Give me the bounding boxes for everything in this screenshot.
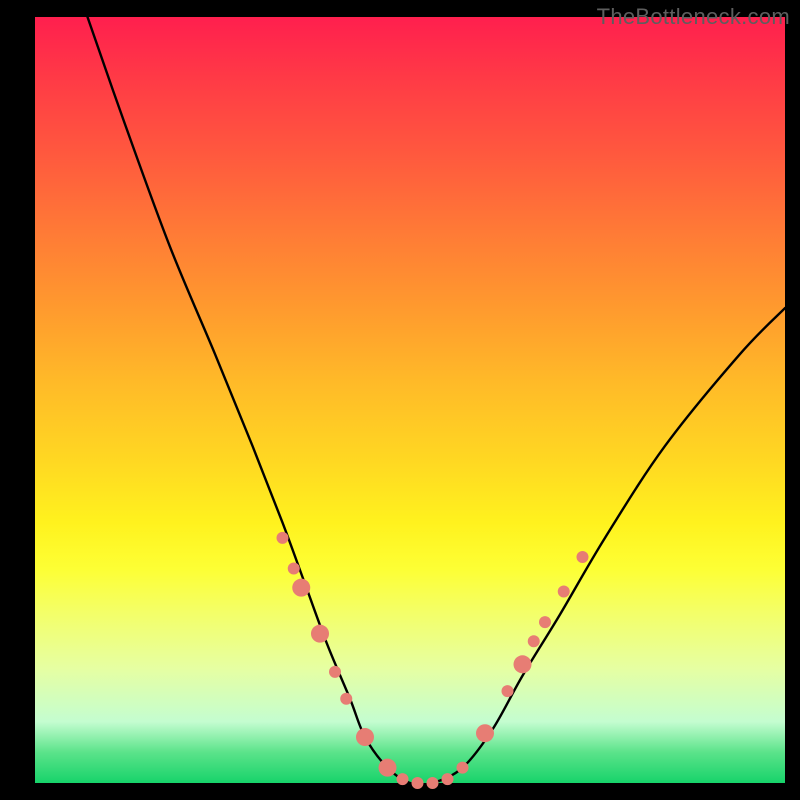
marker-point [277, 532, 289, 544]
marker-point [476, 724, 494, 742]
marker-point [577, 551, 589, 563]
marker-point [288, 563, 300, 575]
marker-point [539, 616, 551, 628]
marker-point [379, 759, 397, 777]
marker-point [457, 762, 469, 774]
marker-point [340, 693, 352, 705]
marker-point [412, 777, 424, 789]
marker-point [356, 728, 374, 746]
watermark-text: TheBottleneck.com [597, 4, 790, 30]
marker-point [558, 586, 570, 598]
marker-point [427, 777, 439, 789]
chart-svg [35, 17, 785, 783]
marker-point [329, 666, 341, 678]
highlighted-points [277, 532, 589, 789]
chart-stage: TheBottleneck.com [0, 0, 800, 800]
plot-area [35, 17, 785, 783]
marker-point [311, 625, 329, 643]
marker-point [292, 579, 310, 597]
marker-point [502, 685, 514, 697]
marker-point [514, 655, 532, 673]
marker-point [442, 773, 454, 785]
marker-point [528, 635, 540, 647]
marker-point [397, 773, 409, 785]
bottleneck-curve [88, 17, 786, 785]
